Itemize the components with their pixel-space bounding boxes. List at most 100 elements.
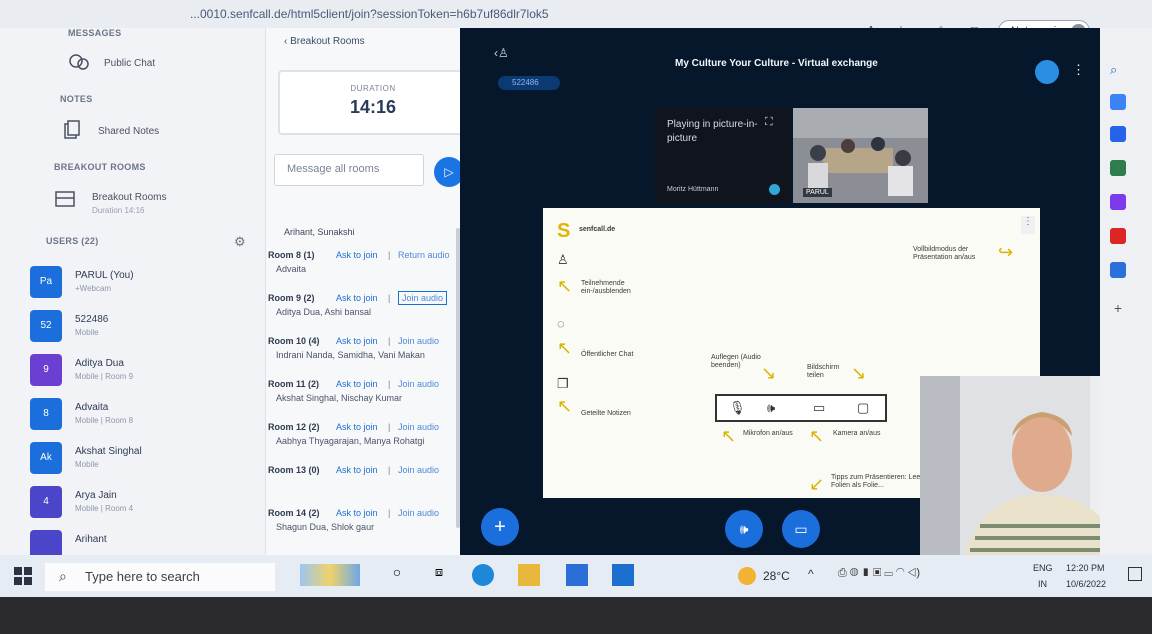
search-placeholder: Type here to search xyxy=(85,569,200,584)
plus-icon: + xyxy=(494,516,506,538)
join-audio-link[interactable]: Join audio xyxy=(398,336,439,346)
settings-gear-icon[interactable]: ⚙ xyxy=(234,234,246,250)
arrow-icon: ↘ xyxy=(851,363,867,383)
breakout-back-button[interactable]: ‹ Breakout Rooms xyxy=(284,36,365,47)
arrow-icon: ↖ xyxy=(557,276,573,296)
region-indicator[interactable]: IN xyxy=(1038,579,1047,589)
office-icon[interactable] xyxy=(1110,228,1126,244)
user-list-item[interactable]: Pa PARUL (You) +Webcam xyxy=(30,266,255,306)
user-list-item[interactable]: 8 Advaita Mobile | Room 8 xyxy=(30,398,255,438)
room-title: Room 14 (2) xyxy=(268,508,320,518)
tray-icons[interactable]: ⎙ ◍ ▮ ▣ ▭ ◠ ◁) xyxy=(838,567,920,580)
actions-plus-button[interactable]: + xyxy=(481,508,519,546)
join-audio-link[interactable]: Join audio xyxy=(398,379,439,389)
projector-bezel xyxy=(0,597,1152,634)
separator: | xyxy=(388,379,391,389)
room-members: Indrani Nanda, Samidha, Vani Makan xyxy=(276,350,425,360)
clock-date[interactable]: 10/6/2022 xyxy=(1066,579,1106,589)
camera-hint: Kamera an/aus xyxy=(833,430,881,437)
video-tile-pip[interactable]: Playing in picture-in-picture ⛶ Moritz H… xyxy=(655,108,790,203)
mail-icon[interactable] xyxy=(612,564,634,586)
messages-section-title: MESSAGES xyxy=(68,28,122,38)
task-view-icon[interactable]: ⧈ xyxy=(428,564,450,586)
user-name: Akshat Singhal xyxy=(75,446,142,457)
room-members: Advaita xyxy=(276,264,307,274)
shopping-icon[interactable] xyxy=(1110,126,1126,142)
user-list-item[interactable]: Ak Akshat Singhal Mobile xyxy=(30,442,255,482)
user-list-toggle-icon[interactable]: ‹♙ xyxy=(494,46,509,60)
user-name: Arya Jain xyxy=(75,490,117,501)
speaker-icon: 🕪 xyxy=(739,521,749,537)
room-title: Room 10 (4) xyxy=(268,336,320,346)
avatar: 52 xyxy=(30,310,62,342)
arrow-icon: ↘ xyxy=(761,363,777,383)
clock-time[interactable]: 12:20 PM xyxy=(1066,563,1105,573)
breakout-duration: Duration 14:16 xyxy=(92,206,145,215)
outlook-icon[interactable] xyxy=(1110,262,1126,278)
screen-share-hint: Bildschirm teilen xyxy=(807,364,840,379)
options-menu-icon[interactable]: ⋮ xyxy=(1072,62,1085,78)
separator: | xyxy=(388,422,391,432)
chevron-up-icon[interactable]: ^ xyxy=(808,567,814,581)
search-highlight-icon[interactable] xyxy=(300,564,360,586)
user-list-item[interactable]: 4 Arya Jain Mobile | Room 4 xyxy=(30,486,255,526)
ask-to-join-link[interactable]: Ask to join xyxy=(336,379,378,389)
mic-muted-icon: 🎙 xyxy=(729,400,746,415)
arrow-icon: ↖ xyxy=(557,396,573,416)
ask-to-join-link[interactable]: Ask to join xyxy=(336,508,378,518)
user-badge: 522486 xyxy=(498,76,560,90)
join-audio-link[interactable]: Join audio xyxy=(398,422,439,432)
ask-to-join-link[interactable]: Ask to join xyxy=(336,250,378,260)
pip-message: Playing in picture-in-picture xyxy=(667,119,758,144)
camera-toggle-button[interactable]: ▭ xyxy=(782,510,820,548)
message-all-rooms-input[interactable]: Message all rooms xyxy=(274,154,424,186)
ask-to-join-link[interactable]: Ask to join xyxy=(336,422,378,432)
join-audio-link[interactable]: Return audio xyxy=(398,250,450,260)
ask-to-join-link[interactable]: Ask to join xyxy=(336,465,378,475)
shared-notes-hint: Geteilte Notizen xyxy=(581,410,631,417)
add-icon[interactable]: + xyxy=(1110,300,1126,316)
games-icon[interactable] xyxy=(1110,194,1126,210)
search-icon[interactable]: ⌕ xyxy=(1110,62,1126,78)
breakout-rooms-item[interactable]: Breakout Rooms xyxy=(92,192,166,203)
breakout-back-label: Breakout Rooms xyxy=(290,36,365,47)
slide-options-icon[interactable]: ⋮ xyxy=(1021,216,1035,234)
camera-icon: ▭ xyxy=(813,400,826,415)
address-bar[interactable]: ...0010.senfcall.de/html5client/join?ses… xyxy=(190,7,549,21)
ask-to-join-link[interactable]: Ask to join xyxy=(336,336,378,346)
windows-start-icon[interactable] xyxy=(14,567,32,585)
arrow-icon: ↖ xyxy=(557,338,573,358)
join-audio-link[interactable]: Join audio xyxy=(398,508,439,518)
weather-icon[interactable] xyxy=(738,567,756,585)
ask-to-join-link[interactable]: Ask to join xyxy=(336,293,378,303)
user-list-item[interactable]: 9 Aditya Dua Mobile | Room 9 xyxy=(30,354,255,394)
join-audio-link[interactable]: Join audio xyxy=(398,291,448,305)
join-audio-link[interactable]: Join audio xyxy=(398,465,439,475)
edge-browser-icon[interactable] xyxy=(472,564,494,586)
store-icon[interactable] xyxy=(566,564,588,586)
shared-notes-item[interactable]: Shared Notes xyxy=(98,126,159,137)
user-list-sidebar: MESSAGES Public Chat NOTES Shared Notes … xyxy=(0,28,265,562)
file-explorer-icon[interactable] xyxy=(518,564,540,586)
video-camera-icon: ▭ xyxy=(794,521,808,537)
room-title: Room 11 (2) xyxy=(268,379,320,389)
avatar: 8 xyxy=(30,398,62,430)
taskbar-search-box[interactable]: ⌕ Type here to search xyxy=(45,563,275,591)
notifications-icon[interactable] xyxy=(1128,567,1142,581)
separator: | xyxy=(388,508,391,518)
browser-side-rail: ⌕ + xyxy=(1100,28,1152,558)
room-title: Room 13 (0) xyxy=(268,465,320,475)
connection-status-icon[interactable] xyxy=(1035,60,1059,84)
language-indicator[interactable]: ENG xyxy=(1033,563,1053,573)
audio-toggle-button[interactable]: 🕪 xyxy=(725,510,763,548)
video-name-tag: PARUL xyxy=(803,188,832,197)
cortana-icon[interactable]: ○ xyxy=(386,564,408,586)
expand-icon[interactable]: ⛶ xyxy=(765,116,773,129)
temperature[interactable]: 28°C xyxy=(763,569,790,583)
discover-icon[interactable] xyxy=(1110,94,1126,110)
user-name: Arihant xyxy=(75,534,107,545)
tools-icon[interactable] xyxy=(1110,160,1126,176)
user-list-item[interactable]: 52 522486 Mobile xyxy=(30,310,255,350)
public-chat-item[interactable]: Public Chat xyxy=(104,58,155,69)
video-tile-parul[interactable]: PARUL xyxy=(793,108,928,203)
